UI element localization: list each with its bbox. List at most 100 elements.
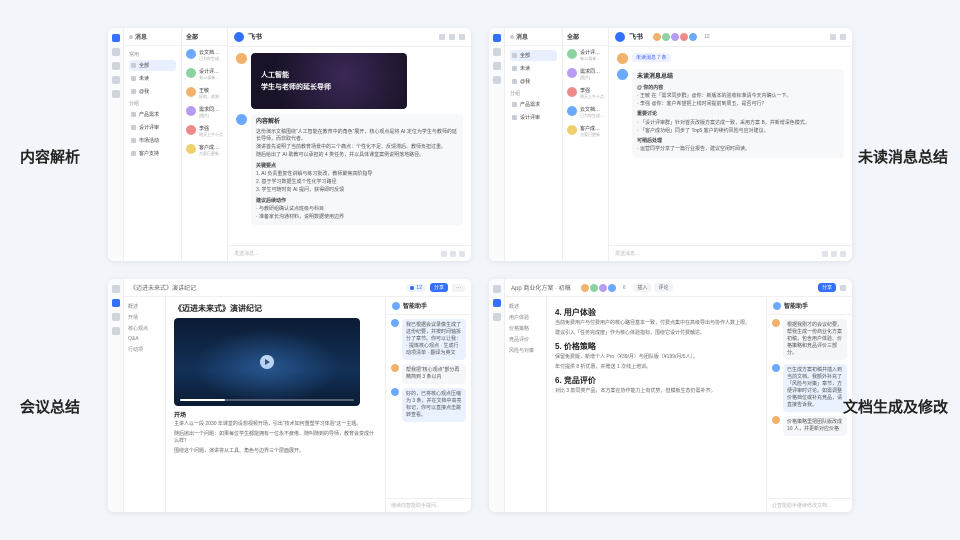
play-icon[interactable] (260, 355, 274, 369)
assistant-input[interactable]: 继续向智能助手提问… (386, 498, 471, 512)
rail-calendar-icon[interactable] (112, 48, 120, 56)
unread-chip[interactable]: 未读消息 7 条 (632, 53, 671, 62)
share-button[interactable]: 分享 (818, 283, 836, 292)
sidebar-item[interactable]: 市场活动 (129, 135, 176, 146)
chat-list-item[interactable]: 客户成功组方案已更新 (563, 122, 608, 141)
rail-docs-icon[interactable] (112, 62, 120, 70)
sidebar-item[interactable]: 产品需求 (510, 99, 557, 110)
rail-meeting-icon[interactable] (112, 327, 120, 335)
comment-button[interactable]: 评论 (654, 283, 672, 292)
assistant-avatar-icon (772, 364, 780, 372)
rail-messages-icon[interactable] (493, 285, 501, 293)
doc-body[interactable]: 4. 用户体验 当前免费用户与付费用户的核心路径基本一致，付费点集中在高级导出与… (547, 297, 766, 512)
video-player[interactable] (174, 318, 360, 406)
chat-list-item[interactable]: 需求同步群[图片] (563, 65, 608, 84)
chat-name: 云文档助手 (199, 49, 223, 56)
chat-name: 客户成功组 (199, 144, 223, 151)
chat-list-item[interactable]: 设计评审群有12条新消息 (182, 65, 227, 84)
chat-list-item[interactable]: 客户成功组方案已更新 (182, 141, 227, 160)
avatar (608, 284, 616, 292)
attach-icon[interactable] (831, 251, 837, 257)
member-pill[interactable]: 12 (406, 284, 426, 292)
member-avatars[interactable] (581, 284, 616, 292)
insert-button[interactable]: 插入 (633, 283, 651, 292)
rail-messages-icon[interactable] (493, 34, 501, 42)
summary-line: · 王敏 在「需求同步群」@你：新版本的验收标准请今天内确认一下。 (637, 93, 839, 100)
chat-list-item[interactable]: 李强明天上午十点 (563, 84, 608, 103)
sidebar-item-unread[interactable]: 未读 (129, 73, 176, 84)
sidebar-item-at-me[interactable]: @我 (129, 86, 176, 97)
doc-heading: 开场 (174, 410, 377, 419)
outline-item[interactable]: 价格策略 (509, 323, 542, 334)
outline-item[interactable]: 核心观点 (128, 323, 161, 334)
slide-thumbnail[interactable]: 人工智能 学生与老师的延长导师 (251, 53, 407, 109)
rail-docs-icon[interactable] (112, 299, 120, 307)
assistant-bubble: 已生成方案初稿并插入到当前文档。我额外补充了「风险与对策」章节，方便评审时讨论。… (783, 364, 847, 412)
more-button[interactable]: ··· (452, 284, 465, 292)
chat-list-item[interactable]: 云文档助手已为你生成摘要 (563, 103, 608, 122)
assistant-input[interactable]: 让智能助手继续修改文档… (767, 498, 852, 512)
search-icon[interactable] (439, 34, 445, 40)
composer[interactable]: 发送消息… (609, 245, 852, 261)
assistant-bubble: 我已根据会议录像生成了这份纪要，并按时间轴拆分了章节。你可以让我： · 提炼核心… (402, 319, 466, 360)
settings-icon[interactable] (449, 34, 455, 40)
rail-messages-icon[interactable] (112, 34, 120, 42)
outline-item[interactable]: 行动项 (128, 344, 161, 355)
doc-paragraph: 建议引入「任务完成度」作为核心体验指标，围绕它设计付费触达。 (555, 330, 758, 338)
rail-meeting-icon[interactable] (112, 76, 120, 84)
share-button[interactable]: 分享 (430, 283, 448, 292)
emoji-icon[interactable] (822, 251, 828, 257)
outline-item[interactable]: 竞品评价 (509, 334, 542, 345)
assistant-avatar-icon (617, 69, 628, 80)
breadcrumb[interactable]: 《迈进未来式》演讲纪记 (130, 283, 196, 292)
sidebar-item-all[interactable]: 全部 (129, 60, 176, 71)
chat-list-item[interactable]: 云文档助手已为你生成摘要 (182, 46, 227, 65)
chat-list-item[interactable]: 需求同步群[图片] (182, 103, 227, 122)
rail-docs-icon[interactable] (493, 299, 501, 307)
chat-list-item[interactable]: 王敏好的，收到 (182, 84, 227, 103)
attach-icon[interactable] (450, 251, 456, 257)
outline-item[interactable]: 开场 (128, 312, 161, 323)
assistant-avatar-icon (391, 319, 399, 327)
rail-messages-icon[interactable] (112, 285, 120, 293)
sidebar-item[interactable]: 设计评审 (129, 122, 176, 133)
sidebar-item-label: 设计评审 (139, 124, 159, 131)
outline-item[interactable]: 风险与对策 (509, 345, 542, 356)
rail-workplace-icon[interactable] (112, 90, 120, 98)
member-avatars[interactable] (653, 33, 697, 41)
outline-item[interactable]: 概述 (128, 301, 161, 312)
chat-list-item[interactable]: 设计评审群有12条新消息 (563, 46, 608, 65)
composer[interactable]: 发送消息… (228, 245, 471, 261)
outline-item[interactable]: 用户体验 (509, 312, 542, 323)
rail-calendar-icon[interactable] (112, 313, 120, 321)
chat-list-item[interactable]: 李强明天上午十点 (182, 122, 227, 141)
more-icon[interactable] (459, 34, 465, 40)
search-icon[interactable] (830, 34, 836, 40)
caption-content-analysis: 内容解析 (20, 146, 80, 167)
chat-preview: 有12条新消息 (580, 56, 604, 62)
outline-item[interactable]: 概述 (509, 301, 542, 312)
video-progress[interactable] (180, 399, 354, 401)
rail-calendar-icon[interactable] (493, 48, 501, 56)
sidebar-item-all[interactable]: 全部 (510, 50, 557, 61)
doc-body[interactable]: 《迈进未来式》演讲纪记 开场 主讲人以一段 2030 年课堂的设想视频开场，引出… (166, 297, 385, 512)
settings-icon[interactable] (840, 34, 846, 40)
summary-section: 重要讨论 (637, 111, 839, 118)
nav-rail (108, 279, 124, 512)
outline-item[interactable]: Q&A (128, 334, 161, 344)
send-icon[interactable] (840, 251, 846, 257)
rail-calendar-icon[interactable] (493, 313, 501, 321)
sidebar-item[interactable]: 产品需求 (129, 109, 176, 120)
more-icon[interactable] (840, 285, 846, 291)
rail-meeting-icon[interactable] (493, 76, 501, 84)
sidebar-item-unread[interactable]: 未读 (510, 63, 557, 74)
send-icon[interactable] (459, 251, 465, 257)
sidebar-item[interactable]: 设计评审 (510, 112, 557, 123)
breadcrumb[interactable]: App 商业化方案 · 初稿 (511, 283, 571, 292)
user-bubble: 帮我把“核心观点”部分再精简到 3 条以内 (402, 364, 466, 384)
sidebar-item[interactable]: 客户支持 (129, 148, 176, 159)
nav-rail (489, 28, 505, 261)
rail-docs-icon[interactable] (493, 62, 501, 70)
sidebar-item-at-me[interactable]: @我 (510, 76, 557, 87)
emoji-icon[interactable] (441, 251, 447, 257)
